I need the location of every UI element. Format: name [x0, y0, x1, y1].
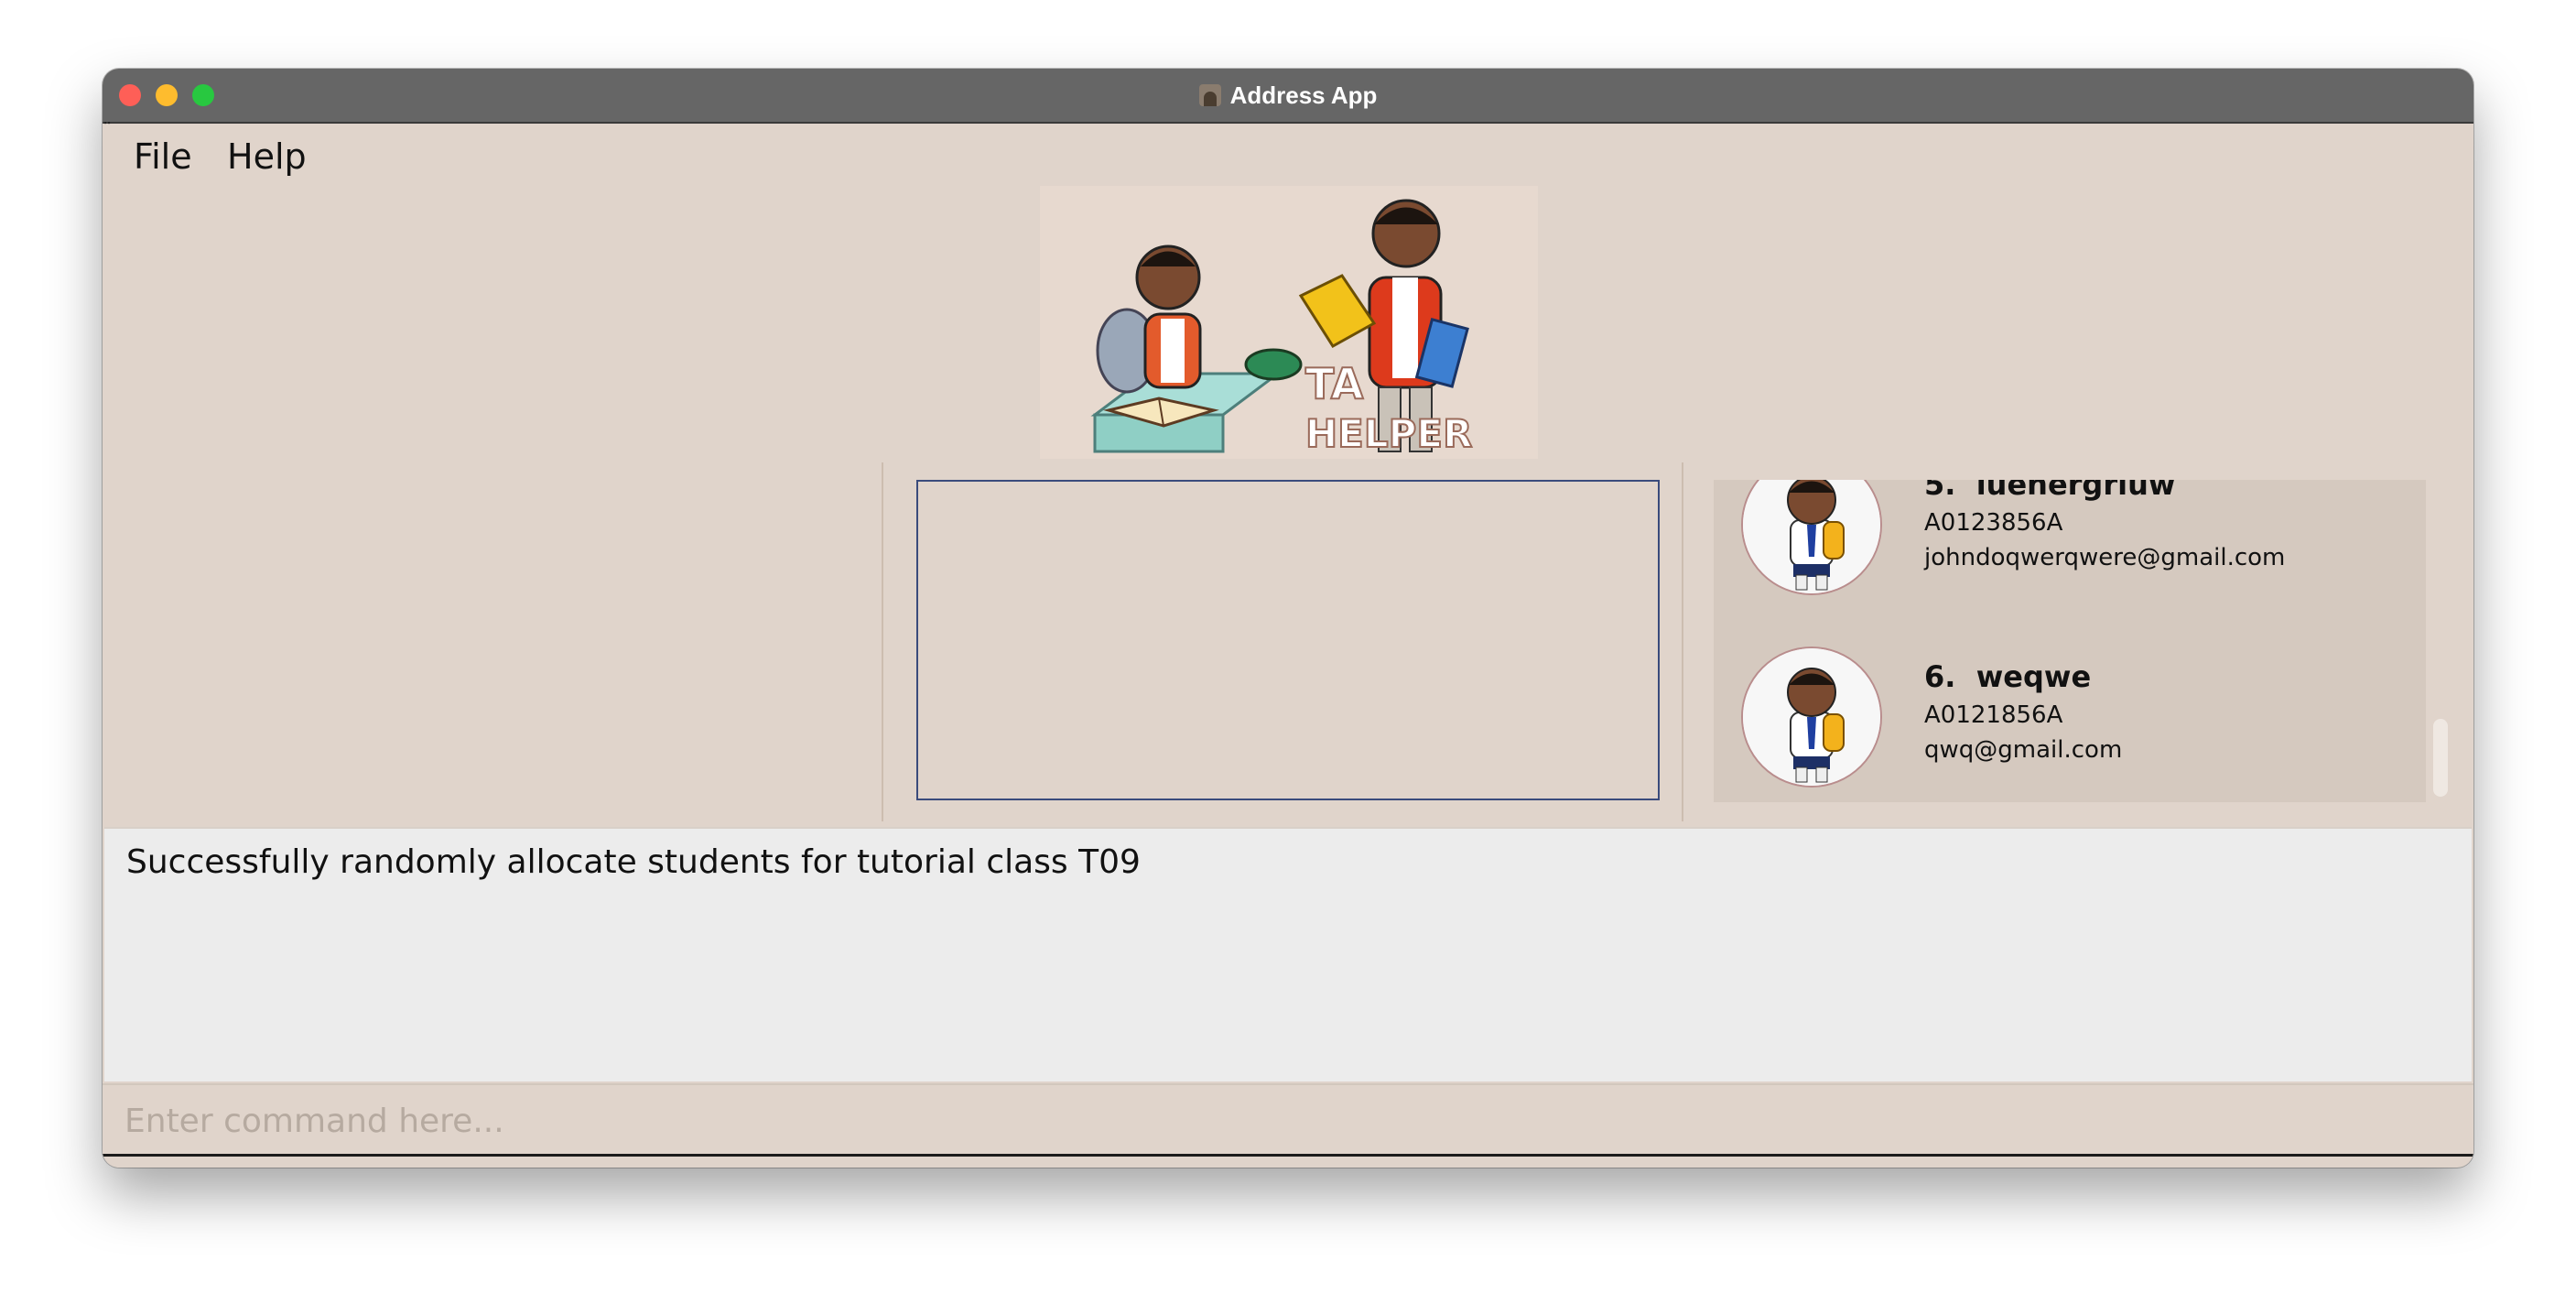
student-avatar-image — [1743, 648, 1880, 786]
ta-helper-logo: TA HELPER — [1040, 186, 1538, 459]
person-email: johndoqwerqwere@gmail.com — [1924, 544, 2286, 571]
panel-divider-right — [1682, 462, 1683, 821]
student-avatar — [1741, 480, 1882, 595]
person-card[interactable]: 5. luehergriuw A0123856A johndoqwerqwere… — [1714, 480, 2391, 595]
person-name-text: weqwe — [1975, 659, 2092, 694]
person-list-scrollbar[interactable] — [2433, 719, 2448, 797]
person-name: 5. luehergriuw — [1924, 480, 2175, 502]
svg-text:HELPER: HELPER — [1305, 411, 1472, 456]
person-list-panel[interactable]: 5. luehergriuw A0123856A johndoqwerqwere… — [1714, 480, 2426, 802]
window-title: Address App — [1229, 81, 1378, 109]
command-box — [103, 1083, 2473, 1157]
person-email: qwq@gmail.com — [1924, 736, 2123, 764]
panel-divider-left — [882, 462, 883, 821]
result-display: Successfully randomly allocate students … — [104, 827, 2472, 1081]
person-index: 5. — [1924, 480, 1956, 502]
menu-file[interactable]: File — [134, 136, 192, 177]
ta-helper-logo-image: TA HELPER — [1090, 199, 1473, 457]
person-name: 6. weqwe — [1924, 659, 2091, 694]
window-title-area: Address App — [103, 69, 2473, 122]
person-name-text: luehergriuw — [1975, 480, 2176, 502]
svg-text:TA: TA — [1305, 359, 1364, 408]
person-student-id: A0123856A — [1924, 509, 2063, 537]
title-bar: Address App — [103, 69, 2473, 124]
person-index: 6. — [1924, 659, 1956, 694]
result-message: Successfully randomly allocate students … — [126, 843, 1141, 881]
student-avatar-image — [1743, 480, 1880, 593]
menu-help[interactable]: Help — [227, 136, 307, 177]
student-avatar — [1741, 647, 1882, 788]
person-card[interactable]: 6. weqwe A0121856A qwq@gmail.com — [1714, 592, 2391, 788]
command-input[interactable] — [123, 1094, 2452, 1147]
tutorial-display-panel — [916, 480, 1660, 800]
app-icon — [1198, 84, 1221, 106]
person-student-id: A0121856A — [1924, 701, 2063, 729]
app-window: Address App ⠉ File Help TA HELPER 5. lue… — [103, 69, 2473, 1168]
